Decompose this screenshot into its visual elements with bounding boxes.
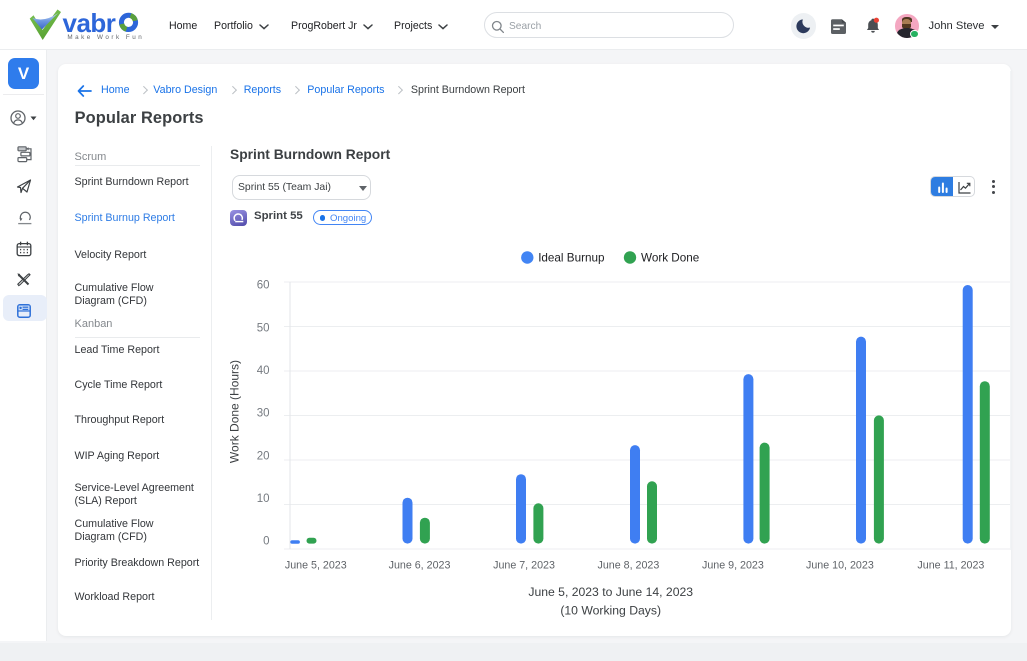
svg-text:Make Work Fun: Make Work Fun: [67, 34, 142, 41]
